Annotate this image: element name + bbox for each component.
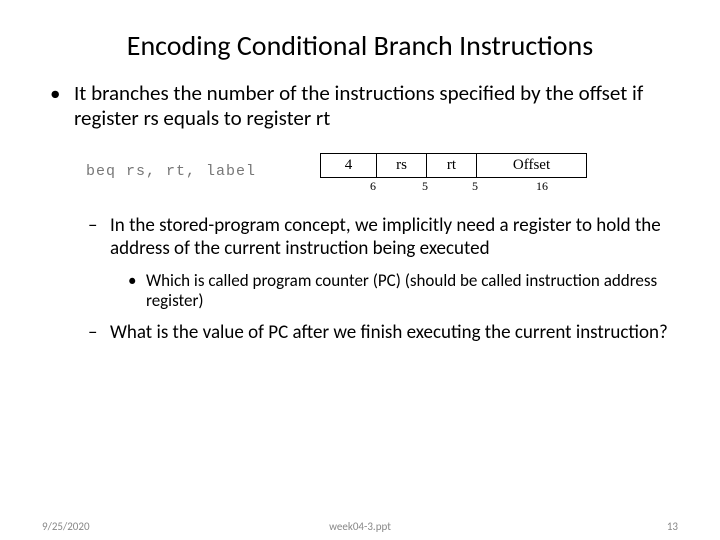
footer-filename: week04-3.ppt — [0, 520, 720, 533]
bullet-level2: – In the stored-program concept, we impl… — [88, 215, 678, 261]
bullet-text: Which is called program counter (PC) (sh… — [146, 271, 678, 312]
slide-title: Encoding Conditional Branch Instructions — [42, 28, 678, 63]
bullet-dot-small: • — [128, 271, 146, 312]
bullet-level2: – What is the value of PC after we finis… — [88, 322, 678, 345]
bullet-text: In the stored-program concept, we implic… — [110, 215, 678, 261]
bullet-text: What is the value of PC after we finish … — [110, 322, 678, 345]
field-offset: Offset — [477, 154, 587, 178]
bullet-level1: • It branches the number of the instruct… — [42, 81, 678, 131]
field-opcode: 4 — [321, 154, 377, 178]
bullet-dash: – — [88, 215, 110, 261]
bits-opcode: 6 — [370, 179, 376, 194]
bits-rt: 5 — [472, 179, 478, 194]
instruction-diagram: beq rs, rt, label 4 rs rt Offset 6 5 5 1… — [82, 145, 678, 213]
field-rt: rt — [427, 154, 477, 178]
encoding-fields-table: 4 rs rt Offset — [320, 153, 587, 178]
bullet-dot: • — [42, 81, 74, 131]
diagram-code: beq rs, rt, label — [86, 163, 256, 180]
bullet-text: It branches the number of the instructio… — [74, 81, 678, 131]
bits-rs: 5 — [422, 179, 428, 194]
bullet-dash: – — [88, 322, 110, 345]
bits-offset: 16 — [536, 179, 548, 194]
field-rs: rs — [377, 154, 427, 178]
bullet-level3: • Which is called program counter (PC) (… — [128, 271, 678, 312]
footer-page-number: 13 — [667, 520, 678, 533]
